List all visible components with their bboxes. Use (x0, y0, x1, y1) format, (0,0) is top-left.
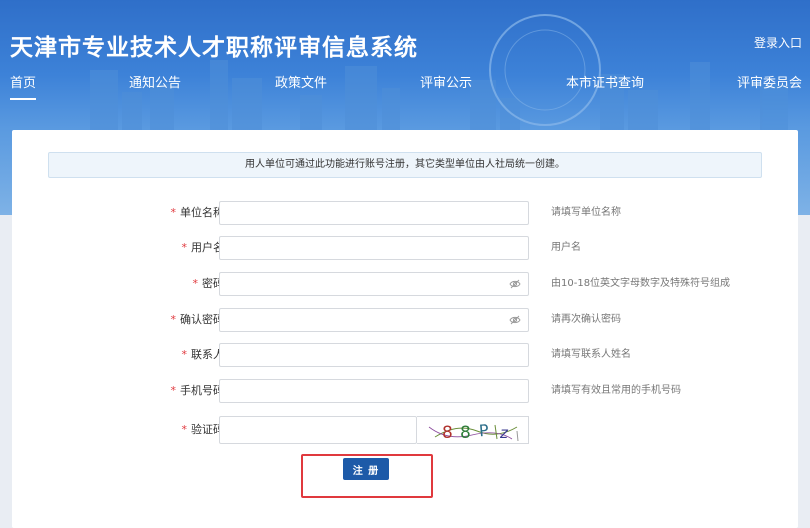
captcha-char: 8 (460, 423, 471, 443)
site-title: 天津市专业技术人才职称评审信息系统 (10, 35, 418, 61)
form-row-contact-person: * 联系人 请填写联系人姓名 (12, 343, 798, 367)
field-label: * 联系人 (181, 348, 225, 361)
nav-item-policies[interactable]: 政策文件 (275, 72, 327, 91)
mobile-input[interactable] (219, 379, 529, 403)
required-mark: * (170, 313, 177, 326)
form-row-company-name: * 单位名称 请填写单位名称 (12, 201, 798, 225)
form-row-password: * 密码 由10-18位英文字母数字及特殊符号组成 (12, 272, 798, 296)
field-label: * 手机号码 (170, 384, 225, 397)
form-row-mobile: * 手机号码 请填写有效且常用的手机号码 (12, 379, 798, 403)
company-name-input[interactable] (219, 201, 529, 225)
field-label: * 验证码 (181, 423, 225, 436)
captcha-input[interactable] (219, 416, 417, 444)
login-link[interactable]: 登录入口 (754, 34, 802, 51)
contact-person-input[interactable] (219, 343, 529, 367)
captcha-char: P (478, 421, 490, 441)
field-hint: 请填写单位名称 (551, 207, 621, 218)
form-row-confirm-password: * 确认密码 请再次确认密码 (12, 308, 798, 332)
password-input[interactable] (219, 272, 529, 296)
field-hint: 用户名 (551, 242, 581, 253)
username-input[interactable] (219, 236, 529, 260)
captcha-char: z (499, 424, 509, 442)
form-row-captcha: * 验证码 8 8 P z (12, 416, 798, 444)
field-hint: 由10-18位英文字母数字及特殊符号组成 (551, 278, 731, 289)
field-label: * 用户名 (181, 241, 225, 254)
main-nav: 首页 通知公告 政策文件 评审公示 本市证书查询 评审委员会 (0, 72, 810, 102)
nav-item-review-publicity[interactable]: 评审公示 (420, 72, 472, 91)
captcha-char: 8 (442, 423, 453, 443)
eye-slash-icon[interactable] (509, 278, 521, 290)
form-row-username: * 用户名 用户名 (12, 236, 798, 260)
field-label: * 单位名称 (170, 206, 225, 219)
required-mark: * (181, 241, 188, 254)
required-mark: * (181, 348, 188, 361)
eye-slash-icon[interactable] (509, 314, 521, 326)
nav-item-review-committee[interactable]: 评审委员会 (737, 72, 802, 91)
required-mark: * (170, 206, 177, 219)
captcha-image[interactable]: 8 8 P z (417, 416, 529, 444)
registration-card: 用人单位可通过此功能进行账号注册，其它类型单位由人社局统一创建。 * 单位名称 请… (12, 130, 798, 528)
confirm-password-input[interactable] (219, 308, 529, 332)
required-mark: * (170, 384, 177, 397)
field-label: * 确认密码 (170, 313, 225, 326)
field-hint: 请填写联系人姓名 (551, 349, 631, 360)
nav-item-home[interactable]: 首页 (10, 72, 37, 100)
registration-notice: 用人单位可通过此功能进行账号注册，其它类型单位由人社局统一创建。 (48, 152, 762, 178)
register-highlight-box (301, 454, 433, 498)
field-hint: 请再次确认密码 (551, 314, 621, 325)
field-hint: 请填写有效且常用的手机号码 (551, 385, 681, 396)
nav-item-certificate-query[interactable]: 本市证书查询 (566, 72, 644, 91)
required-mark: * (181, 423, 188, 436)
required-mark: * (192, 277, 199, 290)
nav-item-notices[interactable]: 通知公告 (129, 72, 181, 91)
